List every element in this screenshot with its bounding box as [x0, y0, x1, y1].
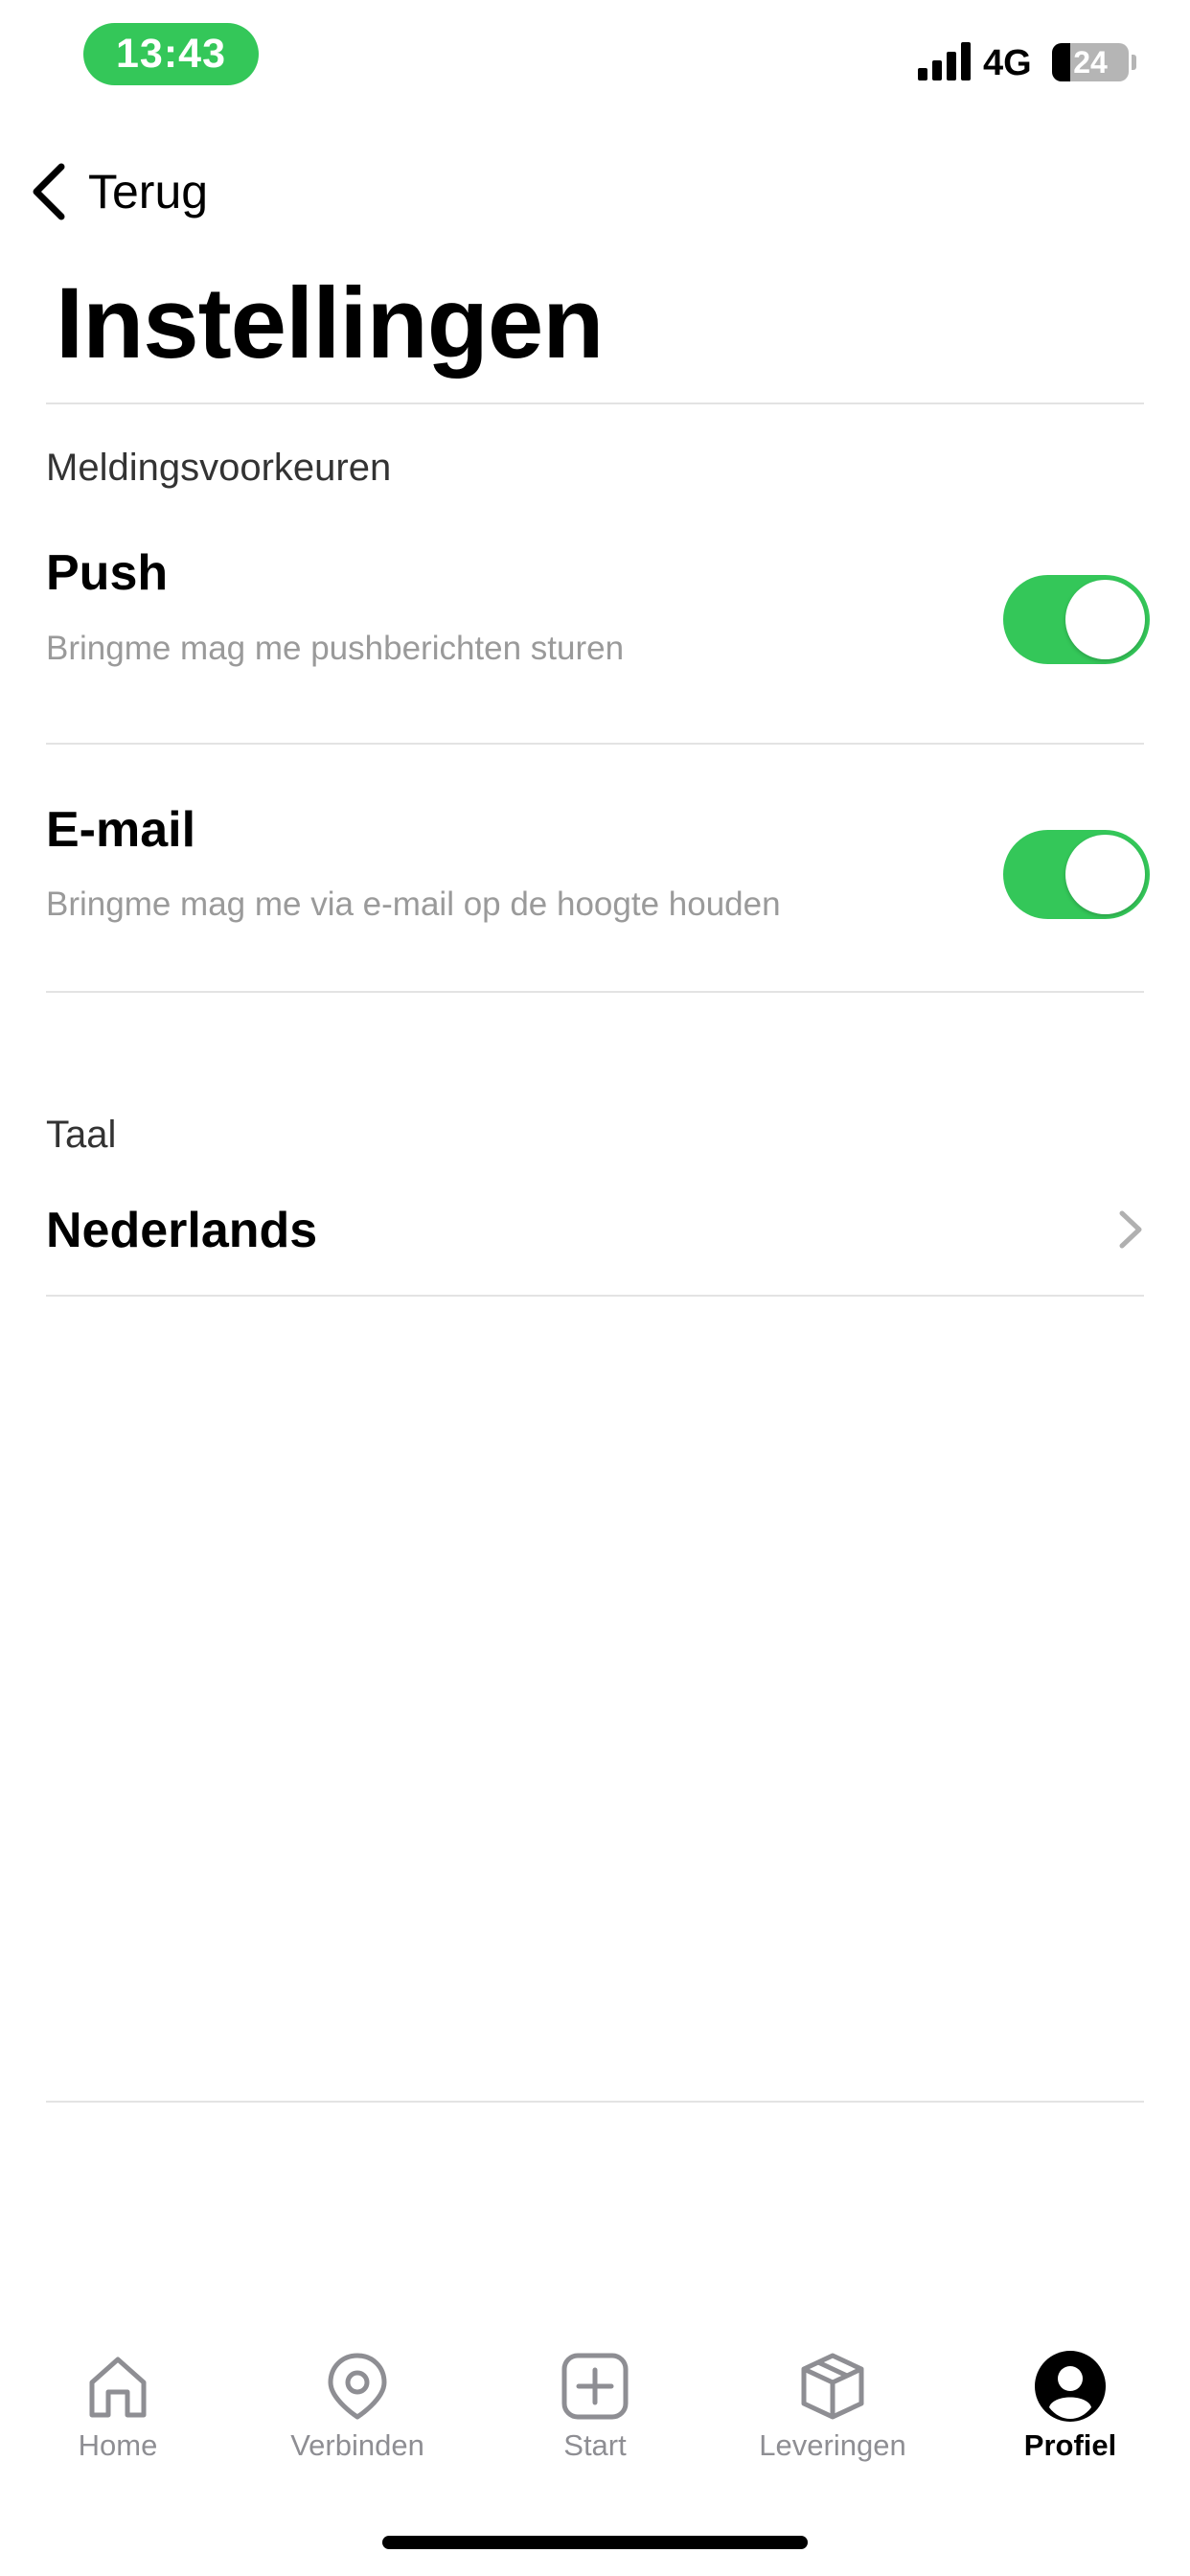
signal-strength-icon — [918, 42, 971, 80]
divider — [46, 402, 1144, 404]
section-label-language: Taal — [46, 1114, 117, 1156]
network-type: 4G — [983, 43, 1032, 83]
toggle-knob — [1065, 835, 1145, 914]
tab-start[interactable]: Start — [499, 2348, 691, 2492]
email-subtitle: Bringme mag me via e-mail op de hoogte h… — [46, 886, 781, 923]
section-label-notifications: Meldingsvoorkeuren — [46, 447, 392, 489]
battery-icon — [1132, 55, 1136, 70]
tab-label: Home — [78, 2428, 158, 2462]
location-pin-icon — [328, 2353, 387, 2420]
tab-label: Start — [563, 2428, 627, 2462]
home-icon — [89, 2357, 147, 2418]
push-subtitle: Bringme mag me pushberichten sturen — [46, 630, 625, 667]
tab-label: Leveringen — [759, 2428, 906, 2462]
status-time: 13:43 — [83, 23, 259, 85]
tab-profiel[interactable]: Profiel — [974, 2348, 1166, 2492]
tab-label: Profiel — [1023, 2428, 1117, 2462]
profile-icon — [1035, 2351, 1106, 2422]
page-title: Instellingen — [56, 267, 604, 380]
back-button-label: Terug — [88, 165, 209, 218]
email-title: E-mail — [46, 802, 196, 858]
divider — [46, 991, 1144, 993]
home-indicator[interactable] — [382, 2536, 808, 2549]
tab-bar-divider — [46, 2101, 1144, 2103]
divider — [46, 743, 1144, 745]
language-value: Nederlands — [46, 1203, 318, 1258]
tab-leveringen[interactable]: Leveringen — [737, 2348, 928, 2492]
plus-square-icon — [561, 2353, 629, 2420]
chevron-right-icon — [1119, 1210, 1142, 1249]
email-toggle[interactable] — [1003, 830, 1150, 919]
battery-fill — [1052, 43, 1070, 81]
tab-verbinden[interactable]: Verbinden — [262, 2348, 453, 2492]
chevron-left-icon — [33, 163, 65, 220]
tab-label: Verbinden — [290, 2428, 424, 2462]
back-button[interactable]: Terug — [29, 153, 208, 230]
tab-home[interactable]: Home — [22, 2348, 214, 2492]
push-title: Push — [46, 545, 169, 601]
toggle-knob — [1065, 580, 1145, 659]
package-icon — [801, 2353, 864, 2420]
push-toggle[interactable] — [1003, 575, 1150, 664]
divider — [46, 1295, 1144, 1297]
